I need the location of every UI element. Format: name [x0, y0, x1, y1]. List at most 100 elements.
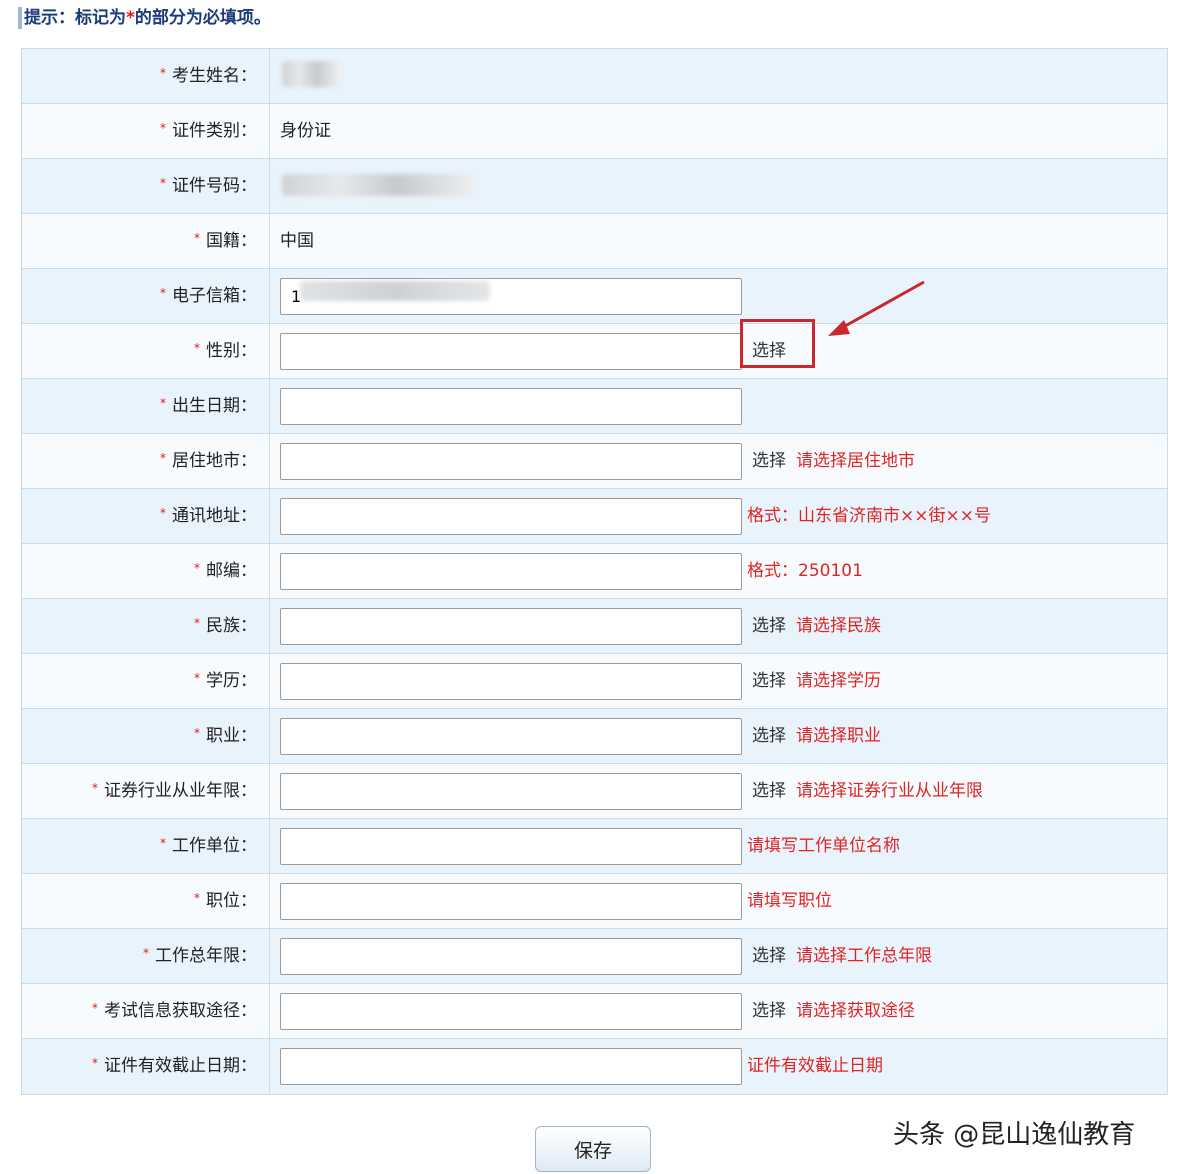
education-field[interactable]: [280, 663, 742, 700]
city-select-link[interactable]: 选择: [752, 434, 786, 488]
city-field[interactable]: [280, 443, 742, 480]
required-mark: *: [160, 286, 166, 300]
label-total-work-years: * 工作总年限：: [22, 929, 270, 983]
row-info-source: * 考试信息获取途径： 选择 请选择获取途径: [22, 984, 1167, 1039]
education-hint: 请选择学历: [796, 671, 881, 691]
label-id-type: * 证件类别：: [22, 104, 270, 158]
label-postcode: * 邮编：: [22, 544, 270, 598]
label-text: 职业：: [206, 726, 257, 746]
gender-field[interactable]: [280, 333, 742, 370]
label-candidate-name: * 考生姓名：: [22, 49, 270, 103]
label-text: 证券行业从业年限：: [104, 781, 257, 801]
value-info-source: 选择 请选择获取途径: [270, 984, 1167, 1038]
label-text: 考试信息获取途径：: [104, 1001, 257, 1021]
nationality-value: 中国: [280, 231, 314, 251]
tip-prefix: 提示：标记为: [24, 8, 126, 28]
required-mark: *: [194, 891, 200, 905]
value-id-type: 身份证: [270, 104, 1167, 158]
value-postcode: 格式：250101: [270, 544, 1167, 598]
label-text: 国籍：: [206, 231, 257, 251]
redacted-email: [300, 281, 490, 301]
value-gender: 选择: [270, 319, 1167, 378]
row-id-type: * 证件类别： 身份证: [22, 104, 1167, 159]
required-mark: *: [160, 451, 166, 465]
registration-form: * 考生姓名： * 证件类别： 身份证 * 证件号码： * 国籍： 中国 * 电子信箱：: [21, 48, 1168, 1095]
value-candidate-name: [270, 49, 1167, 103]
ethnicity-select-link[interactable]: 选择: [752, 599, 786, 653]
industry-years-hint: 请选择证券行业从业年限: [796, 781, 983, 801]
value-address: 格式：山东省济南市××街××号: [270, 489, 1167, 543]
value-nationality: 中国: [270, 214, 1167, 268]
occupation-select-link[interactable]: 选择: [752, 709, 786, 763]
employer-field[interactable]: [280, 828, 742, 865]
row-total-work-years: * 工作总年限： 选择 请选择工作总年限: [22, 929, 1167, 984]
row-occupation: * 职业： 选择 请选择职业: [22, 709, 1167, 764]
required-mark: *: [194, 341, 200, 355]
value-birth-date: [270, 379, 1167, 433]
label-text: 证件号码：: [172, 176, 257, 196]
id-expiry-field[interactable]: [280, 1048, 742, 1085]
industry-years-select-link[interactable]: 选择: [752, 764, 786, 818]
row-address: * 通讯地址： 格式：山东省济南市××街××号: [22, 489, 1167, 544]
label-education: * 学历：: [22, 654, 270, 708]
row-gender: * 性别： 选择: [22, 319, 1167, 379]
occupation-field[interactable]: [280, 718, 742, 755]
value-city: 选择 请选择居住地市: [270, 434, 1167, 488]
label-text: 居住地市：: [172, 451, 257, 471]
label-position: * 职位：: [22, 874, 270, 928]
label-text: 证件有效截止日期：: [104, 1056, 257, 1076]
value-email: [270, 269, 1167, 323]
required-mark: *: [194, 671, 200, 685]
address-field[interactable]: [280, 498, 742, 535]
redacted-id-number: [282, 174, 474, 196]
total-work-years-select-link[interactable]: 选择: [752, 929, 786, 983]
value-id-number: [270, 159, 1167, 213]
value-employer: 请填写工作单位名称: [270, 819, 1167, 873]
form-tip: 提示：标记为*的部分为必填项。: [18, 4, 271, 32]
label-industry-years: * 证券行业从业年限：: [22, 764, 270, 818]
value-position: 请填写职位: [270, 874, 1167, 928]
total-work-years-field[interactable]: [280, 938, 742, 975]
label-birth-date: * 出生日期：: [22, 379, 270, 433]
row-industry-years: * 证券行业从业年限： 选择 请选择证券行业从业年限: [22, 764, 1167, 819]
label-occupation: * 职业：: [22, 709, 270, 763]
row-birth-date: * 出生日期：: [22, 379, 1167, 434]
ethnicity-field[interactable]: [280, 608, 742, 645]
info-source-field[interactable]: [280, 993, 742, 1030]
birth-date-field[interactable]: [280, 388, 742, 425]
info-source-select-link[interactable]: 选择: [752, 984, 786, 1038]
row-email: * 电子信箱：: [22, 269, 1167, 324]
label-text: 学历：: [206, 671, 257, 691]
position-hint: 请填写职位: [747, 891, 832, 911]
required-mark: *: [160, 66, 166, 80]
required-mark: *: [92, 1001, 98, 1015]
value-industry-years: 选择 请选择证券行业从业年限: [270, 764, 1167, 818]
label-ethnicity: * 民族：: [22, 599, 270, 653]
annotation-arrow-icon: [828, 280, 925, 336]
id-expiry-hint: 证件有效截止日期: [747, 1056, 883, 1076]
required-mark: *: [194, 231, 200, 245]
label-employer: * 工作单位：: [22, 819, 270, 873]
row-candidate-name: * 考生姓名：: [22, 49, 1167, 104]
label-text: 工作总年限：: [155, 946, 257, 966]
label-email: * 电子信箱：: [22, 269, 270, 323]
postcode-hint: 格式：250101: [747, 561, 863, 581]
position-field[interactable]: [280, 883, 742, 920]
label-text: 工作单位：: [172, 836, 257, 856]
required-mark: *: [143, 946, 149, 960]
value-occupation: 选择 请选择职业: [270, 709, 1167, 763]
postcode-field[interactable]: [280, 553, 742, 590]
row-city: * 居住地市： 选择 请选择居住地市: [22, 434, 1167, 489]
label-gender: * 性别：: [22, 324, 270, 378]
industry-years-field[interactable]: [280, 773, 742, 810]
required-mark: *: [160, 176, 166, 190]
address-hint: 格式：山东省济南市××街××号: [747, 506, 991, 526]
save-button[interactable]: 保存: [535, 1126, 651, 1172]
label-text: 性别：: [206, 341, 257, 361]
gender-select-link[interactable]: 选择: [752, 324, 786, 378]
row-id-expiry: * 证件有效截止日期： 证件有效截止日期: [22, 1039, 1167, 1094]
label-text: 通讯地址：: [172, 506, 257, 526]
employer-hint: 请填写工作单位名称: [747, 836, 900, 856]
education-select-link[interactable]: 选择: [752, 654, 786, 708]
row-postcode: * 邮编： 格式：250101: [22, 544, 1167, 599]
